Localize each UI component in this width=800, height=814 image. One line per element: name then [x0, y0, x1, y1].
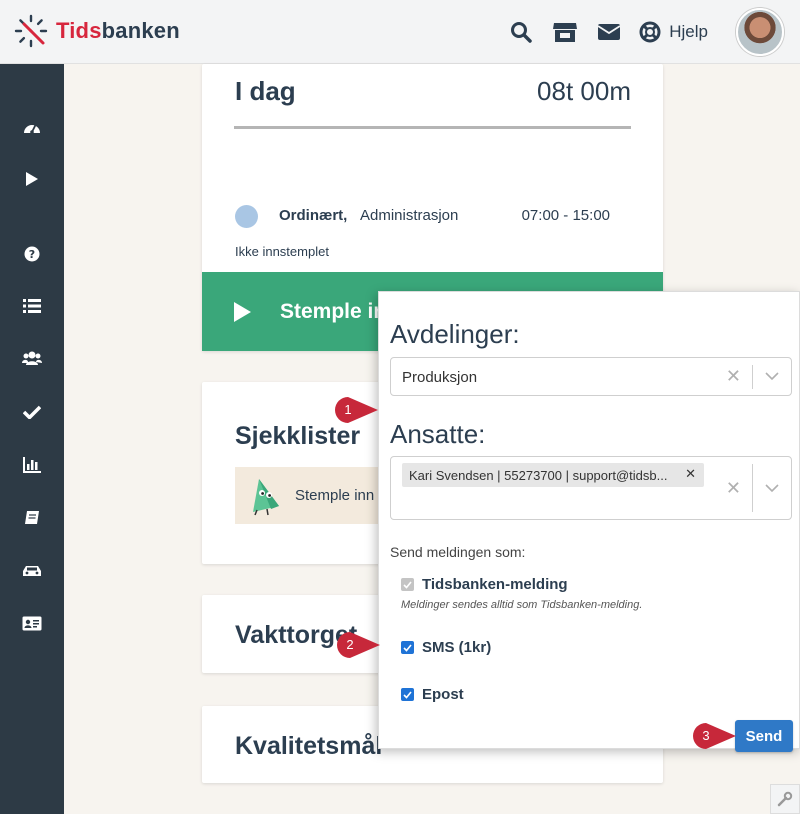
send-as-label: Send meldingen som: [390, 544, 526, 560]
sidebar-item-profile[interactable] [0, 603, 64, 643]
play-icon [26, 172, 38, 186]
employee-tag-label: Kari Svendsen | 55273700 | support@tidsb… [409, 467, 668, 483]
stamp-status: Ikke innstemplet [235, 244, 329, 259]
shift-type: Ordinært, [279, 207, 348, 224]
step-number: 1 [344, 402, 352, 417]
remove-tag-icon[interactable]: ✕ [685, 466, 696, 482]
option-note: Meldinger sendes alltid som Tidsbanken-m… [401, 599, 643, 611]
sidebar-item-employees[interactable] [0, 338, 64, 378]
sidebar-item-stamp[interactable] [0, 159, 64, 199]
shift-department: Administrasjon [360, 207, 459, 224]
car-icon [23, 566, 41, 576]
wrench-icon[interactable] [770, 784, 800, 814]
list-icon [23, 299, 41, 313]
sidebar-item-help[interactable]: ? [0, 234, 64, 274]
email-checkbox[interactable] [401, 688, 414, 701]
chevron-down-icon[interactable] [765, 371, 779, 381]
svg-text:?: ? [29, 248, 35, 261]
step-callout-3: 3 [692, 722, 736, 750]
logo-text-part2: banken [101, 18, 180, 43]
step-callout-2: 2 [336, 631, 380, 659]
header-actions: Hjelp [491, 8, 784, 56]
tidsbanken-checkbox [401, 578, 414, 591]
sidebar-item-approve[interactable] [0, 392, 64, 432]
send-message-popup: Avdelinger: Produksjon ✕ Ansatte: Kari S… [378, 291, 800, 752]
chevron-down-icon[interactable] [765, 483, 779, 493]
checklists-title: Sjekklister [235, 422, 361, 450]
dashboard-icon [24, 124, 40, 134]
select-separator [752, 464, 753, 512]
mascot-icon [253, 478, 279, 515]
email-option-label: Epost [422, 686, 464, 703]
chart-icon [23, 457, 41, 473]
play-icon [234, 301, 251, 322]
select-separator [752, 365, 753, 389]
mail-icon[interactable] [595, 18, 623, 46]
option-tidsbanken-message: Tidsbanken-melding [401, 576, 568, 593]
step-number: 3 [702, 728, 710, 743]
departments-label: Avdelinger: [390, 319, 520, 349]
step-callout-1: 1 [334, 396, 378, 424]
tidsbanken-logo[interactable]: Tidsbanken [14, 14, 180, 48]
employee-tag: Kari Svendsen | 55273700 | support@tidsb… [402, 463, 704, 487]
clear-icon[interactable]: ✕ [726, 366, 741, 387]
option-sms[interactable]: SMS (1kr) [401, 639, 491, 656]
sms-checkbox[interactable] [401, 641, 414, 654]
sms-option-label: SMS (1kr) [422, 639, 492, 656]
employee-select[interactable]: Kari Svendsen | 55273700 | support@tidsb… [390, 456, 792, 520]
shift-color-dot [235, 205, 258, 228]
lifebuoy-icon [639, 21, 661, 43]
department-select[interactable]: Produksjon ✕ [390, 357, 792, 396]
sidebar-item-list[interactable] [0, 286, 64, 326]
sidebar-item-reports[interactable] [0, 445, 64, 485]
today-divider [234, 126, 631, 129]
sidebar-item-travel[interactable] [0, 551, 64, 591]
logo-icon [14, 14, 48, 48]
store-icon[interactable] [551, 18, 579, 46]
user-avatar[interactable] [736, 8, 784, 56]
today-hours: 08t 00m [537, 76, 631, 106]
id-card-icon [22, 616, 42, 630]
employees-label: Ansatte: [390, 419, 486, 449]
search-icon[interactable] [507, 18, 535, 46]
shift-time: 07:00 - 15:00 [521, 207, 610, 224]
top-bar: Tidsbanken Hjelp [0, 0, 800, 64]
help-link[interactable]: Hjelp [639, 21, 708, 43]
sidebar-item-handbook[interactable] [0, 498, 64, 538]
checklist-item-label: Stemple inn [295, 487, 375, 504]
option-email[interactable]: Epost [401, 686, 464, 703]
department-value: Produksjon [402, 369, 478, 386]
tidsbanken-option-label: Tidsbanken-melding [422, 576, 568, 593]
logo-text-part1: Tids [56, 18, 102, 43]
quality-title: Kvalitetsmål [235, 732, 383, 760]
book-icon [25, 511, 39, 524]
sidebar: ? [0, 64, 64, 814]
sidebar-item-dashboard[interactable] [0, 107, 64, 147]
step-number: 2 [346, 637, 354, 652]
help-label: Hjelp [669, 22, 708, 41]
users-icon [22, 351, 42, 365]
logo-text: Tidsbanken [56, 18, 180, 44]
check-icon [23, 405, 41, 419]
today-title: I dag [235, 76, 296, 106]
send-button[interactable]: Send [735, 720, 793, 752]
clear-icon[interactable]: ✕ [726, 478, 741, 499]
help-icon: ? [24, 246, 40, 262]
